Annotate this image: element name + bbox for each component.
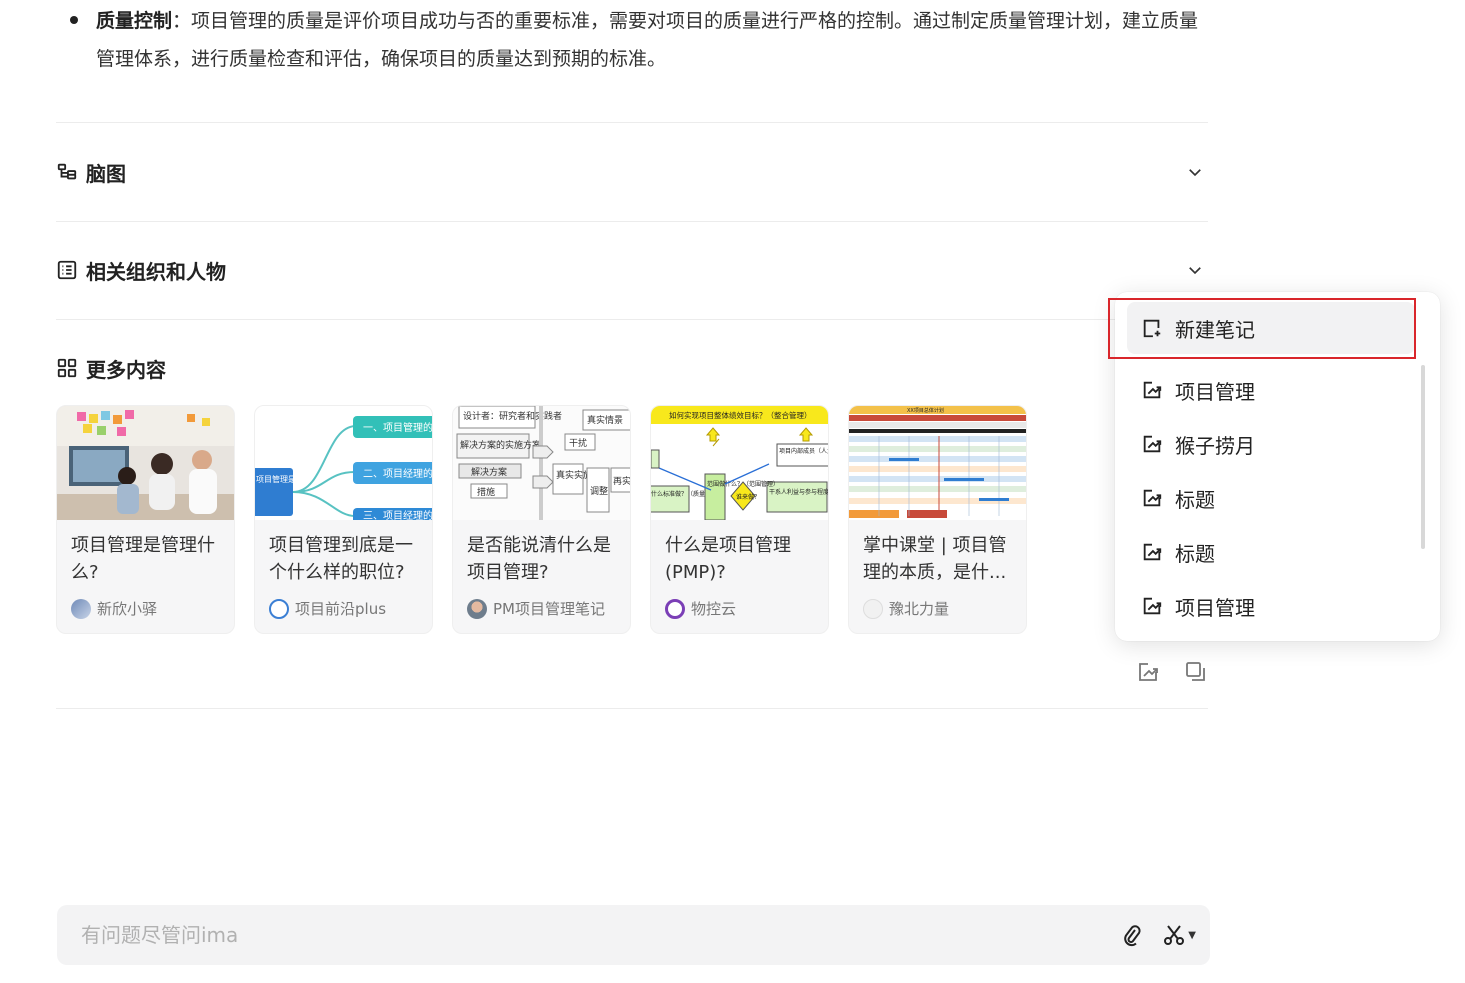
divider [56, 122, 1208, 123]
content-card[interactable]: XX项目总体计划 掌中课堂 | 项目管理的本质，是什... 豫北力量 [848, 405, 1027, 634]
divider [56, 221, 1208, 222]
menu-item-note[interactable]: 标题 [1127, 472, 1415, 524]
card-source: 新欣小驿 [57, 588, 234, 619]
flow-box-label: 再实 [613, 475, 631, 487]
menu-item-label: 猴子捞月 [1175, 433, 1255, 458]
quality-control-bullet: 质量控制：项目管理的质量是评价项目成功与否的重要标准，需要对项目的质量进行严格的… [70, 2, 1210, 78]
section-related-title: 相关组织和人物 [56, 256, 226, 285]
section-related-label: 相关组织和人物 [86, 259, 226, 284]
card-source-name: 新欣小驿 [97, 600, 158, 618]
ask-bar: ▼ [57, 905, 1210, 965]
mindmap-root-label: 项目管理是一个什么样职位? [256, 474, 356, 484]
bullet-text: 质量控制：项目管理的质量是评价项目成功与否的重要标准，需要对项目的质量进行严格的… [96, 2, 1210, 78]
menu-item-label: 标题 [1175, 487, 1215, 512]
content-card[interactable]: 设计者：研究者和实践者 解决方案的实施方案 解决方案 措施 干扰 真实情景 真实… [452, 405, 631, 634]
card-thumbnail: XX项目总体计划 [849, 406, 1026, 520]
mindmap-node-label: 三、项目经理的 [363, 509, 433, 520]
card-source: 物控云 [651, 588, 828, 619]
card-thumbnail: 如何实现项目整体绩效目标？（整合管理） 项目内部成员（人力资源管理） 干系人利益… [651, 406, 829, 520]
card-title: 什么是项目管理(PMP)? [665, 535, 791, 583]
card-source: 项目前沿plus [255, 588, 432, 619]
scissors-icon[interactable] [1162, 923, 1186, 947]
section-more: 更多内容 [56, 348, 1208, 388]
pmp-title: 如何实现项目整体绩效目标？（整合管理） [669, 410, 812, 420]
pmp-box-label: 谁来做？ [736, 493, 760, 501]
edit-note-icon [1143, 543, 1162, 561]
paperclip-icon[interactable] [1120, 923, 1144, 947]
edit-note-icon [1143, 381, 1162, 399]
chevron-down-icon[interactable] [1186, 261, 1204, 279]
gantt-title: XX项目总体计划 [907, 407, 944, 414]
card-source-name: PM项目管理笔记 [493, 600, 605, 618]
bullet-body: ：项目管理的质量是评价项目成功与否的重要标准，需要对项目的质量进行严格的控制。通… [96, 10, 1199, 70]
mindmap-node-label: 二、项目经理的 [363, 467, 433, 480]
card-title: 项目管理是管理什么? [71, 535, 215, 583]
list-icon [57, 260, 77, 280]
card-source: PM项目管理笔记 [453, 588, 630, 619]
section-mindmap-title: 脑图 [56, 158, 126, 187]
menu-scrollbar[interactable] [1421, 365, 1425, 549]
edit-note-icon [1143, 435, 1162, 453]
section-more-title: 更多内容 [56, 354, 166, 383]
source-avatar [269, 598, 289, 619]
section-related[interactable]: 相关组织和人物 [56, 250, 1208, 290]
source-avatar [71, 598, 91, 619]
mindmap-node-label: 一、项目管理的 [363, 421, 433, 434]
section-mindmap[interactable]: 脑图 [56, 152, 1208, 192]
mindmap-icon [57, 163, 77, 180]
card-title: 掌中课堂 | 项目管理的本质，是什... [863, 535, 1007, 583]
flow-box-label: 解决方案 [471, 466, 507, 478]
menu-item-label: 标题 [1175, 541, 1215, 566]
flow-box-label: 解决方案的实施方案 [460, 439, 541, 451]
menu-item-label: 项目管理 [1175, 595, 1255, 620]
bullet-dot [70, 16, 78, 24]
content-card[interactable]: 项目管理是管理什么? 新欣小驿 [56, 405, 235, 634]
section-more-label: 更多内容 [86, 357, 166, 382]
answer-actions [1136, 660, 1208, 684]
bullet-label: 质量控制 [96, 10, 173, 32]
source-avatar [665, 598, 685, 619]
edit-note-icon [1143, 597, 1162, 615]
section-mindmap-label: 脑图 [86, 161, 126, 186]
add-to-note-icon[interactable] [1136, 660, 1160, 684]
source-avatar [863, 598, 883, 619]
menu-item-label: 项目管理 [1175, 379, 1255, 404]
menu-item-note[interactable]: 项目管理 [1127, 580, 1415, 632]
flow-box-label: 措施 [477, 486, 495, 498]
grid-icon [57, 358, 77, 378]
pmp-box-label: 项目内部成员（人力资源管理） [779, 447, 829, 455]
highlight-box [1108, 298, 1416, 359]
pmp-box-label: 干系人利益与参与程度（干系人管理） [769, 488, 829, 496]
card-thumbnail: 项目管理是一个什么样职位? 一、项目管理的 二、项目经理的 三、项目经理的 [255, 406, 433, 520]
content-card[interactable]: 如何实现项目整体绩效目标？（整合管理） 项目内部成员（人力资源管理） 干系人利益… [650, 405, 829, 634]
flow-box-label: 调整 [590, 485, 608, 497]
content-card[interactable]: 项目管理是一个什么样职位? 一、项目管理的 二、项目经理的 三、项目经理的 项目… [254, 405, 433, 634]
card-source-name: 物控云 [691, 600, 737, 618]
card-source-name: 豫北力量 [889, 600, 950, 618]
chevron-down-icon[interactable] [1186, 163, 1204, 181]
card-thumbnail: 设计者：研究者和实践者 解决方案的实施方案 解决方案 措施 干扰 真实情景 真实… [453, 406, 631, 520]
menu-item-note[interactable]: 项目管理 [1127, 364, 1415, 416]
menu-item-note[interactable]: 标题 [1127, 526, 1415, 578]
ask-input[interactable] [81, 923, 1103, 947]
content-cards: 项目管理是管理什么? 新欣小驿 项目管理是一个什么样职位? 一、项目管理的 二、… [56, 405, 1027, 634]
divider [56, 708, 1208, 709]
divider [56, 319, 1208, 320]
card-title: 是否能说清什么是项目管理? [467, 535, 611, 583]
page: 质量控制：项目管理的质量是评价项目成功与否的重要标准，需要对项目的质量进行严格的… [0, 0, 1465, 983]
source-avatar [467, 598, 487, 619]
copy-icon[interactable] [1184, 660, 1208, 684]
flow-box-label: 设计者：研究者和实践者 [463, 410, 562, 422]
card-title: 项目管理到底是一个什么样的职位? [269, 535, 413, 583]
menu-item-note[interactable]: 猴子捞月 [1127, 418, 1415, 470]
edit-note-icon [1143, 489, 1162, 507]
flow-box-label: 真实情景 [587, 414, 623, 426]
flow-box-label: 干扰 [569, 437, 587, 449]
card-thumbnail [57, 406, 234, 520]
card-source-name: 项目前沿plus [295, 600, 387, 618]
card-source: 豫北力量 [849, 588, 1026, 619]
caret-down-icon[interactable]: ▼ [1188, 930, 1196, 941]
